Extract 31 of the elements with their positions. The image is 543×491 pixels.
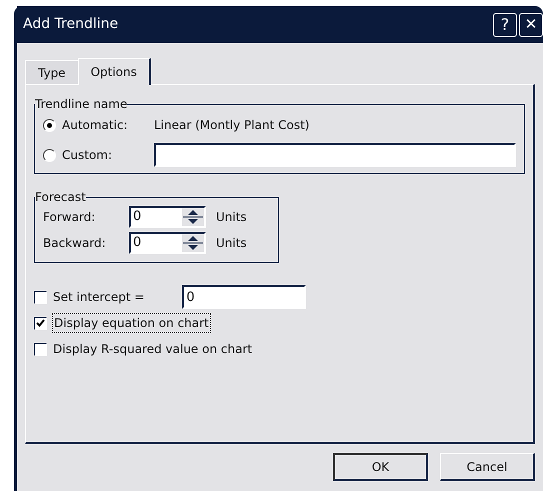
field-label: Backward:: [43, 235, 107, 252]
unit-label: Units: [216, 235, 247, 252]
checkbox-label: Set intercept =: [53, 289, 144, 306]
dialog-button[interactable]: Cancel: [440, 453, 535, 481]
tab[interactable]: Options: [78, 58, 151, 85]
radio-label: Custom:: [62, 147, 114, 164]
trendline-name-text: Linear (Montly Plant Cost): [154, 117, 310, 134]
checkbox[interactable]: [34, 316, 47, 330]
group-title: Trendline name: [35, 96, 128, 113]
field-label: Forward:: [43, 209, 96, 226]
radio-label: Automatic:: [62, 117, 129, 134]
checkbox-label: Display R-squared value on chart: [53, 341, 252, 358]
unit-label: Units: [216, 209, 247, 226]
group-title: Forecast: [35, 189, 86, 206]
spin-arrows-icon[interactable]: [182, 208, 204, 226]
tab[interactable]: Type: [25, 60, 78, 84]
help-button[interactable]: ?: [493, 12, 517, 36]
dialog-button[interactable]: OK: [333, 453, 428, 481]
window-title: Add Trendline: [23, 15, 120, 34]
radio-button[interactable]: [43, 118, 56, 132]
check-icon: [36, 319, 45, 327]
close-button[interactable]: ✕: [519, 12, 543, 36]
checkbox[interactable]: [34, 342, 47, 356]
spin-field[interactable]: 0: [129, 232, 206, 254]
radio-button[interactable]: [43, 148, 56, 162]
checkbox[interactable]: [34, 290, 47, 304]
spin-arrows-icon[interactable]: [182, 234, 204, 252]
intercept-field[interactable]: 0: [182, 285, 306, 309]
custom-name-field[interactable]: [154, 143, 516, 167]
spin-field[interactable]: 0: [129, 206, 206, 228]
checkbox-label: Display equation on chart: [52, 313, 211, 333]
